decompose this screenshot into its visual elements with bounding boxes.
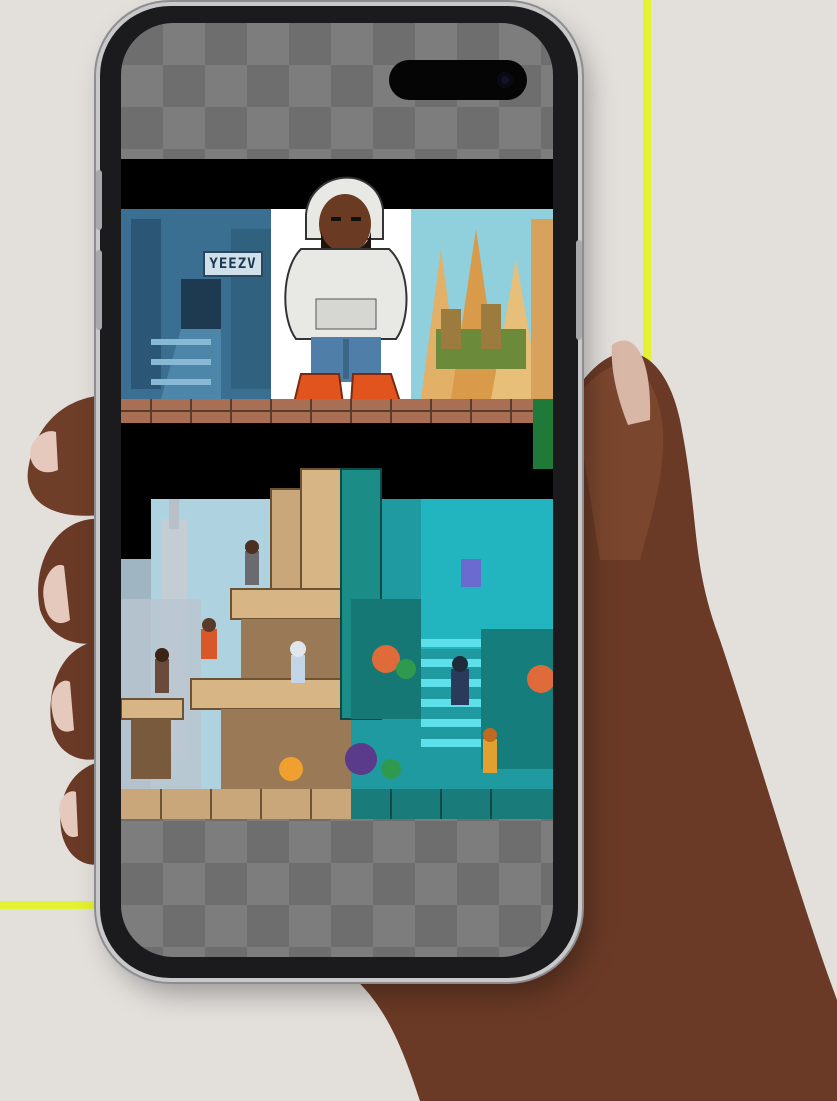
phone-screen: YEEZV (121, 23, 553, 957)
game-artwork: YEEZV (121, 159, 553, 819)
ground-stone (121, 789, 351, 819)
store-sign: YEEZV (203, 251, 263, 277)
phone-power-button (576, 240, 582, 340)
phone-side-button (96, 170, 102, 230)
ground-teal (351, 789, 553, 819)
phone-volume-button (96, 250, 102, 330)
pixel-scene (121, 176, 553, 819)
dynamic-island (389, 60, 527, 100)
camera-icon (497, 72, 513, 88)
